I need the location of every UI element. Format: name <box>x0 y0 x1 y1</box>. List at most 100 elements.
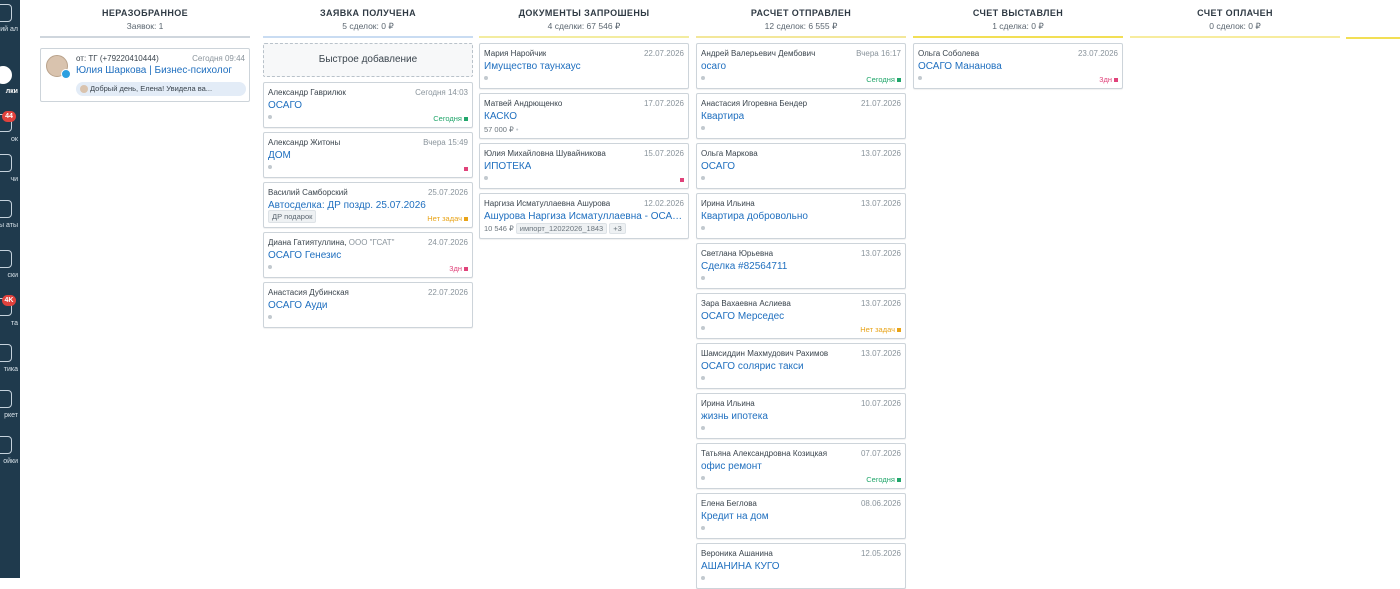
deal-title-link[interactable]: Квартира добровольно <box>701 211 808 222</box>
task-status[interactable]: Нет задач <box>427 214 468 223</box>
deal-card[interactable]: Диана Гатиятуллина, ООО "ГСАТ" 24.07.2026… <box>263 232 473 278</box>
deal-date: 10.07.2026 <box>860 399 901 408</box>
task-status[interactable]: Сегодня <box>866 75 901 84</box>
task-dot <box>701 276 705 280</box>
deal-title-link[interactable]: Кредит на дом <box>701 511 769 522</box>
deal-card[interactable]: Ирина Ильина 10.07.2026 жизнь ипотека <box>696 393 906 439</box>
task-status-text: 3дн <box>1099 75 1112 84</box>
deal-date: 15.07.2026 <box>643 149 684 158</box>
deal-tag[interactable]: импорт_12022026_1843 <box>515 223 608 234</box>
deal-title-link[interactable]: ОСАГО Ауди <box>268 300 328 311</box>
deal-title-link[interactable]: Сделка #82564711 <box>701 261 787 272</box>
deal-card[interactable]: Наргиза Исматуллаевна Ашурова 12.02.2026 А… <box>479 193 689 239</box>
deal-date: Вчера 15:49 <box>423 138 468 147</box>
sidebar-item-mail[interactable]: та 4K <box>0 295 20 338</box>
task-status[interactable] <box>462 164 468 173</box>
task-dot <box>268 265 272 269</box>
sidebar-item-tasks[interactable]: чи <box>0 154 20 194</box>
deal-title-link[interactable]: ОСАГО солярис такси <box>701 361 804 372</box>
chat-icon <box>0 4 12 22</box>
column-header[interactable]: СЧЕТ ОПЛАЧЕН 0 сделок: 0 ₽ <box>1130 0 1340 38</box>
contact-name-text: Анастасия Дубинская <box>268 288 349 297</box>
deal-title-link[interactable]: КАСКО <box>484 111 517 122</box>
column-body: Ольга Соболева 23.07.2026 ОСАГО Мананова 3д… <box>913 38 1123 89</box>
sidebar-item-contacts[interactable]: енты аты <box>0 200 20 240</box>
deal-card[interactable]: Шамсиддин Махмудович Рахимов 13.07.2026 ОС… <box>696 343 906 389</box>
contact-name: Юлия Михайловна Шувайникова <box>484 149 606 158</box>
deal-title-link[interactable]: Имущество таунхаус <box>484 61 581 72</box>
column-header[interactable]: ДОКУМЕНТЫ ЗАПРОШЕНЫ 4 сделки: 67 546 ₽ <box>479 0 689 38</box>
sidebar-item-list[interactable]: ок 44 <box>0 111 20 154</box>
deal-card[interactable]: Светлана Юрьевна 13.07.2026 Сделка #825647… <box>696 243 906 289</box>
deal-title-link[interactable]: ОСАГО Мананова <box>918 61 1002 72</box>
deal-title-link[interactable]: ОСАГО Мерседес <box>701 311 784 322</box>
incoming-lead-card[interactable]: от: ТГ (+79220410444) Сегодня 09:44 Юлия Ш… <box>40 48 250 102</box>
deal-title-link[interactable]: жизнь ипотека <box>701 411 768 422</box>
notification-badge: 44 <box>2 111 16 122</box>
contact-name: Вероника Ашанина <box>701 549 773 558</box>
deal-card[interactable]: Анастасия Дубинская 22.07.2026 ОСАГО Ауди <box>263 282 473 328</box>
deal-card[interactable]: Андрей Валерьевич Дембович Вчера 16:17 оса… <box>696 43 906 89</box>
column-header[interactable]: РАСЧЕТ ОТПРАВЛЕН 12 сделок: 6 555 ₽ <box>696 0 906 38</box>
task-status[interactable]: 3дн <box>1099 75 1118 84</box>
deal-card[interactable]: Александр Житоны Вчера 15:49 ДОМ <box>263 132 473 178</box>
deal-card[interactable]: Александр Гаврилюк Сегодня 14:03 ОСАГО Сего… <box>263 82 473 128</box>
sidebar-item-label: та <box>10 320 18 327</box>
more-tags[interactable]: +3 <box>609 223 626 234</box>
deal-card[interactable]: Юлия Михайловна Шувайникова 15.07.2026 ИПО… <box>479 143 689 189</box>
market-icon <box>0 390 12 408</box>
sidebar-item-market[interactable]: ркет <box>0 390 20 430</box>
column-header[interactable]: СЧЕТ ВЫСТАВЛЕН 1 сделка: 0 ₽ <box>913 0 1123 38</box>
sidebar-item-settings[interactable]: ойки <box>0 436 20 476</box>
deal-card[interactable]: Василий Самборский 25.07.2026 Автосделка: … <box>263 182 473 228</box>
quick-add-button[interactable]: Быстрое добавление <box>263 43 473 77</box>
deal-card[interactable]: Ирина Ильина 13.07.2026 Квартира доброволь… <box>696 193 906 239</box>
deal-title-link[interactable]: офис ремонт <box>701 461 762 472</box>
lead-name-link[interactable]: Юлия Шаркова | Бизнес-психолог <box>76 65 232 76</box>
deal-card[interactable]: Анастасия Игоревна Бендер 21.07.2026 Кварт… <box>696 93 906 139</box>
deal-title-link[interactable]: Ашурова Наргиза Исматуллаевна - ОСАГО д.… <box>484 211 684 222</box>
deal-tag[interactable]: ДР подарок <box>268 210 317 223</box>
contact-name-text: Ольга Соболева <box>918 49 980 58</box>
deal-card[interactable]: Вероника Ашанина 12.05.2026 АШАНИНА КУГО <box>696 543 906 589</box>
budget-value: 57 000 ₽ <box>484 125 514 134</box>
deal-title-link[interactable]: АШАНИНА КУГО <box>701 561 780 572</box>
deal-title-link[interactable]: Квартира <box>701 111 744 122</box>
lead-message-preview[interactable]: Добрый день, Елена! Увидела ва... <box>76 82 246 96</box>
deal-card[interactable]: Мария Наройчик 22.07.2026 Имущество таунха… <box>479 43 689 89</box>
deal-date: 13.07.2026 <box>860 249 901 258</box>
deal-card[interactable]: Ольга Маркова 13.07.2026 ОСАГО <box>696 143 906 189</box>
contact-name: Ирина Ильина <box>701 399 755 408</box>
pipeline-board: НЕРАЗОБРАННОЕ Заявок: 1 от: ТГ (+792204104… <box>20 0 1400 589</box>
deal-date: Вчера 16:17 <box>856 49 901 58</box>
sidebar-item-analytics[interactable]: тика <box>0 344 20 384</box>
sidebar-item-chat[interactable]: чий ал <box>0 4 20 44</box>
next-column-edge <box>1346 37 1400 39</box>
sidebar-item-label: ски <box>7 272 18 279</box>
column-header[interactable]: НЕРАЗОБРАННОЕ Заявок: 1 <box>40 0 250 38</box>
sidebar-item-pipeline[interactable]: лки <box>0 66 20 106</box>
task-status[interactable]: 3дн <box>449 264 468 273</box>
tasks-icon <box>0 154 12 172</box>
column-title: ДОКУМЕНТЫ ЗАПРОШЕНЫ <box>518 8 650 18</box>
task-status[interactable] <box>678 175 684 184</box>
contact-name-text: Татьяна Александровна Козицкая <box>701 449 828 458</box>
task-status[interactable]: Нет задач <box>860 325 901 334</box>
deal-title-link[interactable]: осаго <box>701 61 726 72</box>
sidebar-item-lists[interactable]: ски <box>0 250 20 290</box>
deal-title-link[interactable]: ИПОТЕКА <box>484 161 531 172</box>
column-header[interactable]: ЗАЯВКА ПОЛУЧЕНА 5 сделок: 0 ₽ <box>263 0 473 38</box>
deal-card[interactable]: Елена Беглова 08.06.2026 Кредит на дом <box>696 493 906 539</box>
deal-card[interactable]: Татьяна Александровна Козицкая 07.07.2026… <box>696 443 906 489</box>
deal-title-link[interactable]: ОСАГО <box>701 161 735 172</box>
deal-card[interactable]: Ольга Соболева 23.07.2026 ОСАГО Мананова 3д… <box>913 43 1123 89</box>
deal-title-link[interactable]: ОСАГО Генезис <box>268 250 341 261</box>
contact-name-text: Ирина Ильина <box>701 199 755 208</box>
deal-card[interactable]: Зара Вахаевна Аслиева 13.07.2026 ОСАГО Мер… <box>696 293 906 339</box>
deal-title-link[interactable]: ОСАГО <box>268 100 302 111</box>
deal-card[interactable]: Матвей Андрющенко 17.07.2026 КАСКО 57 000 ₽… <box>479 93 689 139</box>
task-status[interactable]: Сегодня <box>433 114 468 123</box>
deal-title-link[interactable]: ДОМ <box>268 150 291 161</box>
deal-budget: 10 546 ₽ импорт_12022026_1843 +3 <box>484 223 626 234</box>
task-status[interactable]: Сегодня <box>866 475 901 484</box>
